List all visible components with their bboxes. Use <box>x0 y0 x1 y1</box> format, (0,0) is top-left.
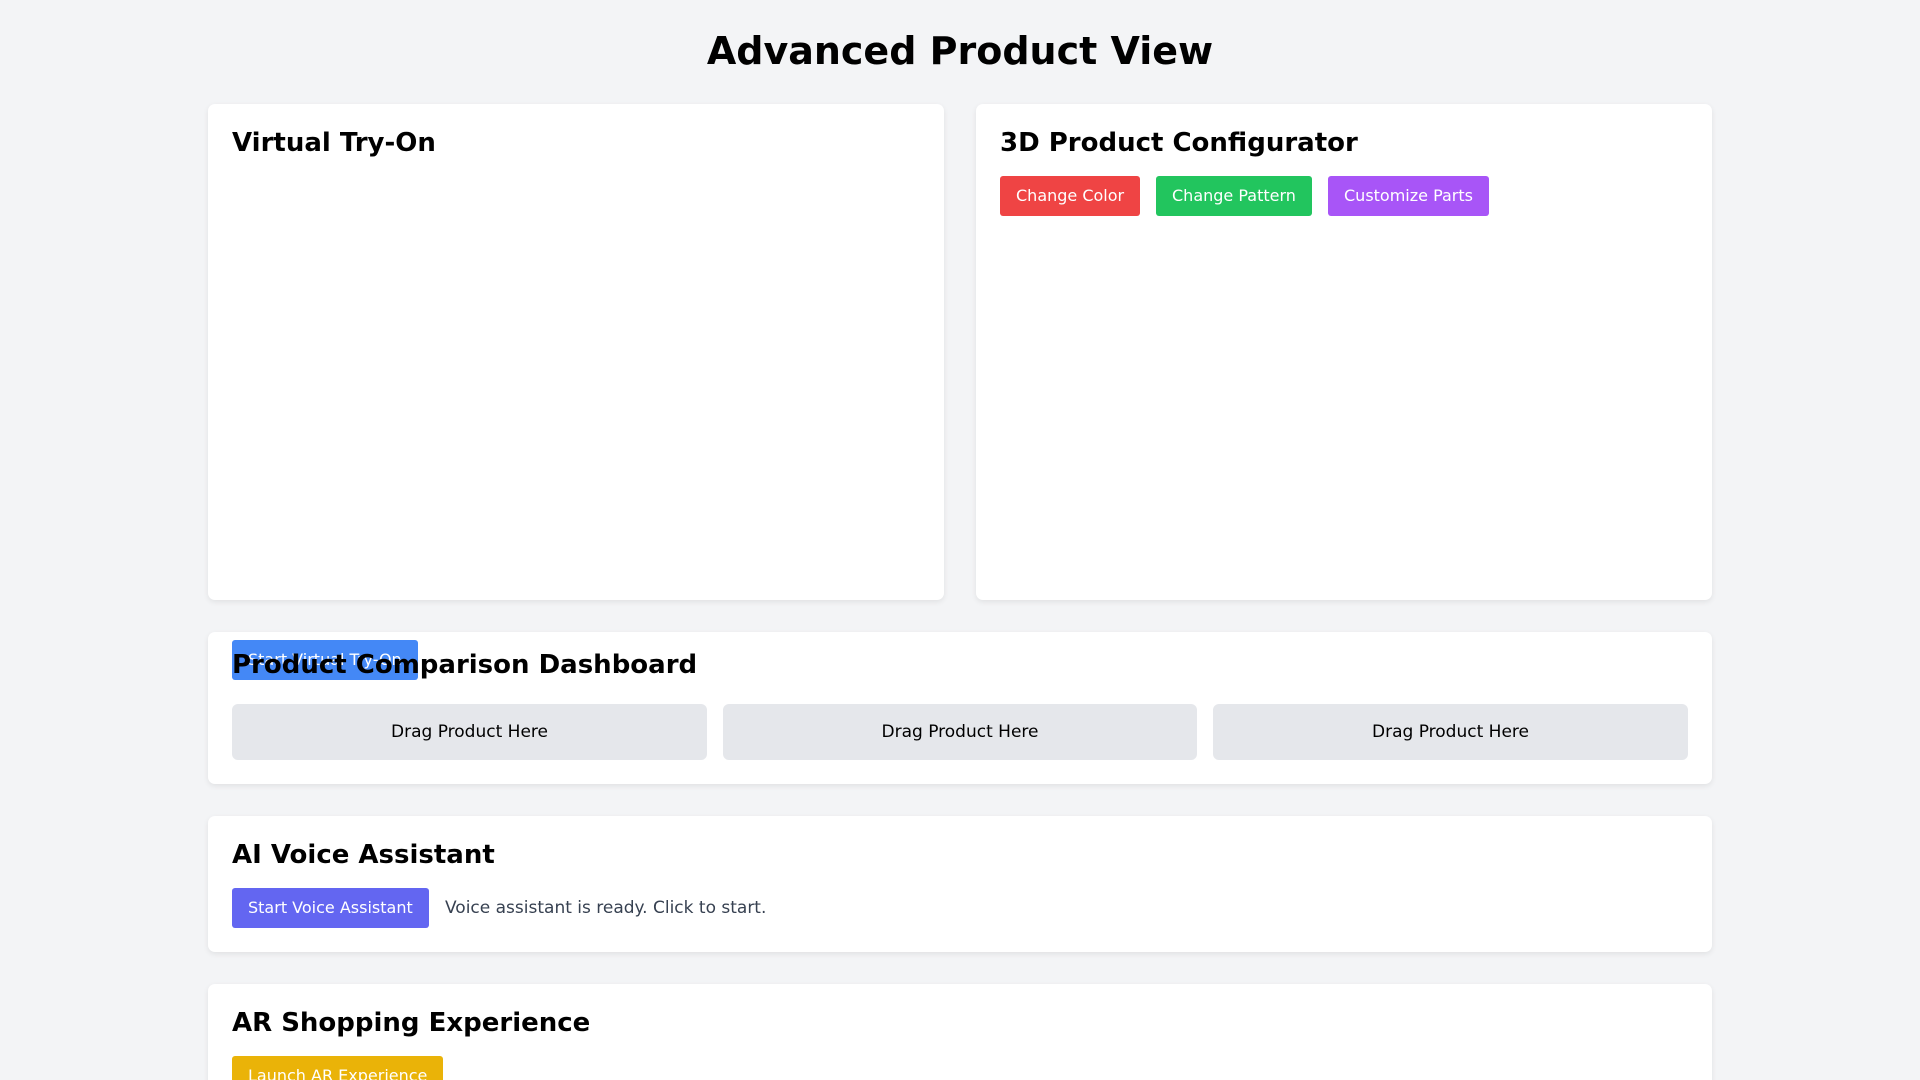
change-pattern-button[interactable]: Change Pattern <box>1156 176 1312 216</box>
launch-ar-button[interactable]: Launch AR Experience <box>232 1056 444 1080</box>
comparison-drop-zone-2[interactable]: Drag Product Here <box>723 704 1197 760</box>
virtual-try-on-card: Virtual Try-On <box>208 104 944 600</box>
comparison-card: Product Comparison Dashboard Drag Produc… <box>208 632 1712 784</box>
ar-card: AR Shopping Experience Launch AR Experie… <box>208 984 1712 1080</box>
page: Advanced Product View Virtual Try-On 3D … <box>0 0 1920 1080</box>
start-virtual-try-on-button[interactable]: Start Virtual Try-On <box>232 640 418 680</box>
voice-assistant-title: AI Voice Assistant <box>232 840 495 870</box>
voice-assistant-card: AI Voice Assistant Start Voice Assistant… <box>208 816 1712 952</box>
customize-parts-button[interactable]: Customize Parts <box>1328 176 1489 216</box>
comparison-drop-zone-1[interactable]: Drag Product Here <box>232 704 707 760</box>
configurator-card: 3D Product Configurator Change Color Cha… <box>976 104 1712 600</box>
change-color-button[interactable]: Change Color <box>1000 176 1141 216</box>
configurator-viewport <box>1000 232 1688 572</box>
ar-title: AR Shopping Experience <box>232 1008 591 1038</box>
virtual-try-on-title: Virtual Try-On <box>232 128 436 158</box>
start-voice-assistant-button[interactable]: Start Voice Assistant <box>232 888 429 928</box>
configurator-title: 3D Product Configurator <box>1000 128 1358 158</box>
voice-assistant-status: Voice assistant is ready. Click to start… <box>445 898 767 918</box>
comparison-drop-zone-3[interactable]: Drag Product Here <box>1213 704 1688 760</box>
virtual-try-on-viewport <box>232 174 920 574</box>
page-title: Advanced Product View <box>706 29 1214 73</box>
